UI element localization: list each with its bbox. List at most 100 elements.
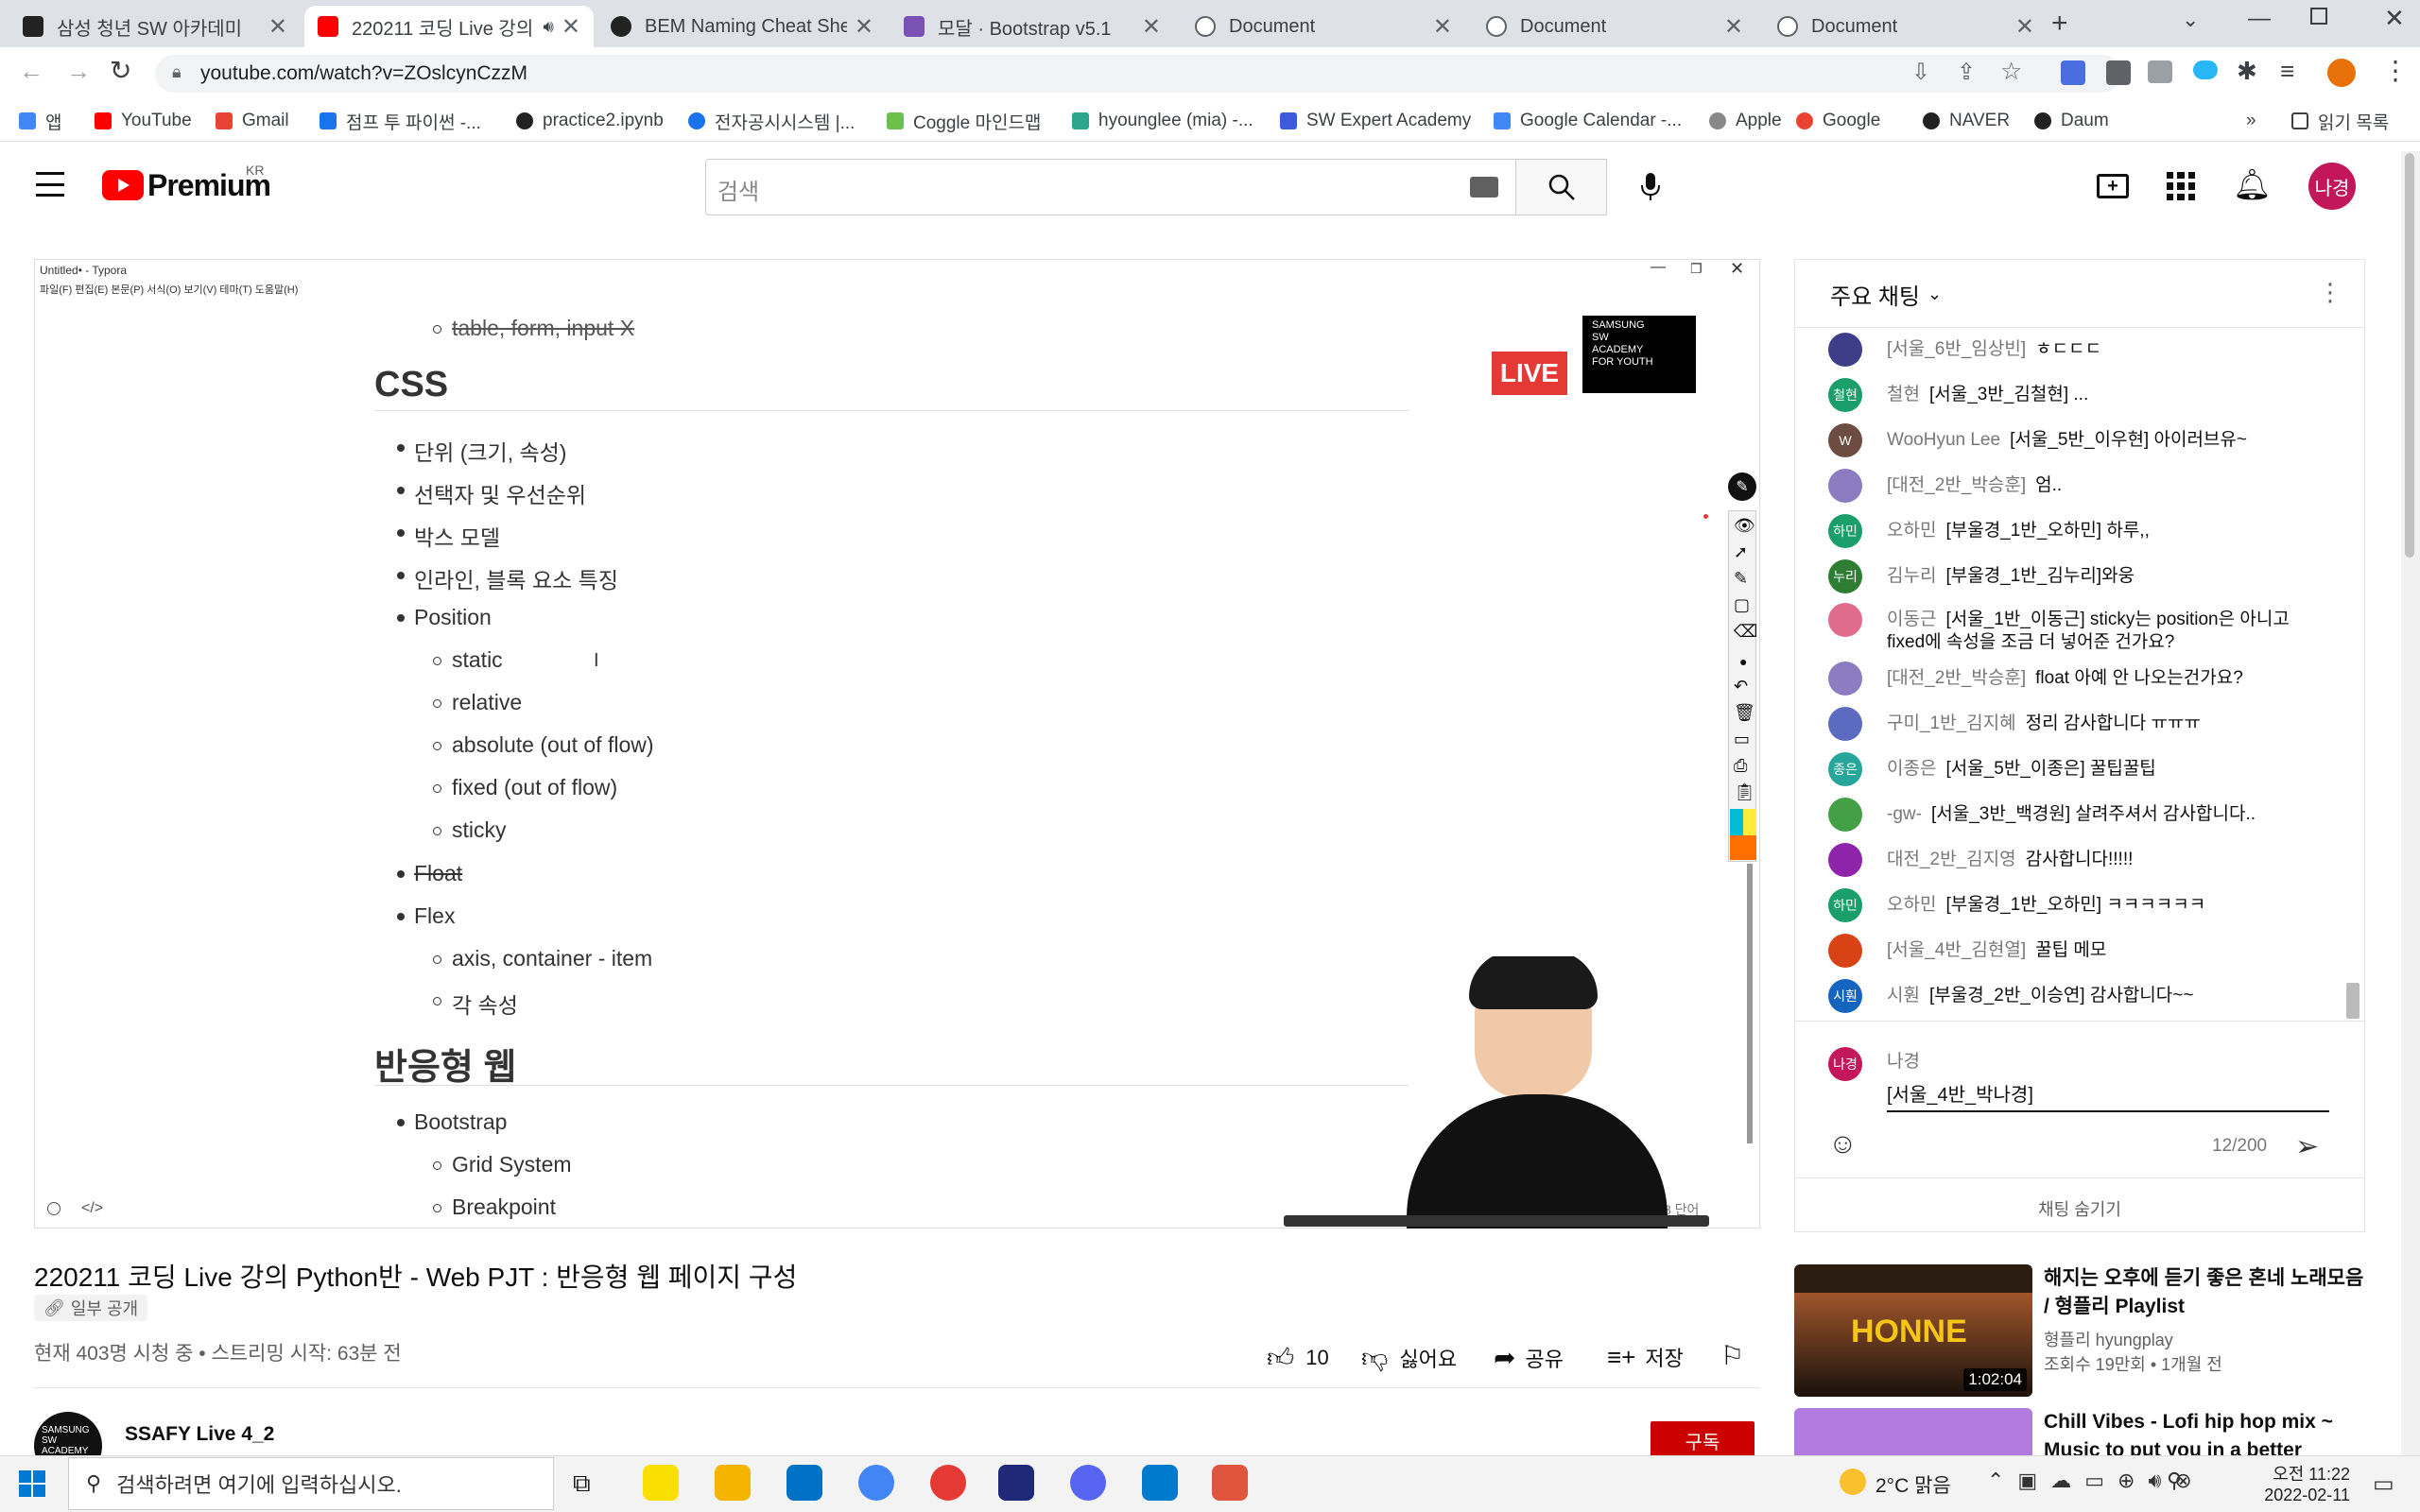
kakaotalk-icon[interactable] [643, 1465, 679, 1501]
bookmark-daum[interactable]: Daum [2034, 106, 2109, 136]
bookmark-sw-expert[interactable]: SW Expert Academy [1280, 106, 1471, 136]
page-scrollbar-thumb[interactable] [2405, 153, 2414, 558]
chat-author[interactable]: 이동근 [1887, 610, 1936, 629]
task-view-icon[interactable]: ⧉ [573, 1469, 591, 1499]
chat-author[interactable]: 오하민 [1887, 521, 1936, 541]
chat-input[interactable]: [서울_4반_박나경] [1887, 1079, 2329, 1112]
tab-bootstrap-modal[interactable]: 모달 · Bootstrap v5.1 ✕ [890, 6, 1174, 47]
reload-icon[interactable]: ↻ [110, 55, 131, 86]
orange-color-swatch[interactable] [1730, 835, 1756, 860]
eye-icon[interactable]: 👁︎ [1734, 516, 1755, 536]
chrome-icon[interactable] [858, 1465, 894, 1501]
camera-icon[interactable]: ⎙ [1734, 756, 1747, 776]
close-tab-icon[interactable]: ✕ [268, 13, 287, 41]
bookmark-velog[interactable]: hyounglee (mia) -... [1072, 106, 1253, 136]
search-input[interactable]: 검색 [705, 159, 1516, 215]
voice-search-button[interactable] [1632, 168, 1669, 206]
tab-youtube-live[interactable]: 220211 코딩 Live 강의 🔊︎ ✕ [304, 6, 594, 47]
chat-author[interactable]: 대전_2반_김지영 [1887, 850, 2016, 869]
profile-avatar[interactable] [2327, 59, 2356, 87]
avatar[interactable]: 나경 [2308, 163, 2356, 210]
chat-author[interactable]: -gw- [1887, 804, 1922, 824]
report-flag-icon[interactable]: ⚐ [1720, 1340, 1744, 1371]
tab-bem[interactable]: BEM Naming Cheat Shee ✕ [597, 6, 887, 47]
color-palette-icon[interactable] [1730, 809, 1756, 835]
share-button[interactable]: ➦ 공유 [1494, 1342, 1564, 1373]
chat-author[interactable]: WooHyun Lee [1887, 430, 2000, 450]
youtube-logo-icon[interactable] [102, 170, 144, 200]
chat-author[interactable]: 오하민 [1887, 895, 1936, 915]
file-explorer-icon[interactable] [715, 1465, 751, 1501]
chat-avatar[interactable] [1828, 707, 1862, 741]
close-tab-icon[interactable]: ✕ [1724, 13, 1743, 41]
chat-author[interactable]: [대전_2반_박승훈] [1887, 475, 2026, 495]
media-player-icon[interactable] [930, 1465, 966, 1501]
reading-list-icon[interactable]: ≡ [2280, 57, 2294, 86]
close-tab-icon[interactable]: ✕ [562, 13, 580, 41]
search-button[interactable] [1516, 159, 1607, 215]
share-icon[interactable]: ⇪ [1957, 59, 1976, 86]
webex-icon[interactable] [998, 1465, 1034, 1501]
chat-avatar[interactable] [1828, 843, 1862, 877]
create-video-icon[interactable]: + [2097, 174, 2129, 198]
bookmark-google[interactable]: Google [1796, 106, 1880, 136]
recommendation-thumbnail[interactable]: HONNE 1:02:04 [1794, 1264, 2032, 1397]
typora-close-button[interactable]: ✕ [1730, 259, 1744, 279]
recommendation-channel[interactable]: 형플리 hyungplay [2044, 1327, 2173, 1351]
chat-scrollbar-thumb[interactable] [2346, 983, 2360, 1019]
dot-icon[interactable]: ● [1739, 654, 1747, 669]
restore-window-button[interactable] [2310, 8, 2327, 25]
weather-text[interactable]: 2°C 맑음 [1876, 1470, 1951, 1499]
chat-avatar[interactable] [1828, 603, 1862, 637]
source-code-icon[interactable]: </> [81, 1200, 103, 1217]
pen-icon[interactable]: ✎ [1734, 569, 1748, 589]
close-tab-icon[interactable]: ✕ [1142, 13, 1161, 41]
reading-list-button[interactable]: 읽기 목록 [2291, 106, 2389, 136]
chat-avatar[interactable]: 하민 [1828, 514, 1862, 548]
chat-author[interactable]: [대전_2반_박승훈] [1887, 668, 2026, 688]
camera-extension-icon[interactable] [2148, 60, 2172, 83]
mail-icon[interactable] [786, 1465, 822, 1501]
bookmark-naver[interactable]: NAVER [1923, 106, 2010, 136]
chat-avatar[interactable]: 종은 [1828, 752, 1862, 786]
tab-samsung-academy[interactable]: 삼성 청년 SW 아카데미 ✕ [9, 6, 301, 47]
eraser-icon[interactable]: ⌫ [1734, 622, 1757, 642]
chat-author[interactable]: [서울_6반_임상빈] [1887, 339, 2026, 359]
minimize-window-button[interactable]: — [2248, 6, 2271, 32]
recommendation-title[interactable]: Chill Vibes - Lofi hip hop mix ~ Music t… [2044, 1408, 2365, 1455]
bookmark-coggle[interactable]: Coggle 마인드맵 [887, 106, 1041, 136]
typora-restore-button[interactable]: ❐ [1690, 261, 1703, 277]
recommendation-title[interactable]: 해지는 오후에 듣기 좋은 혼네 노래모음 / 형플리 Playlist [2044, 1264, 2365, 1321]
bookmark-apple[interactable]: Apple [1709, 106, 1782, 136]
close-tab-icon[interactable]: ✕ [2015, 13, 2034, 41]
chat-author[interactable]: 철현 [1887, 385, 1920, 404]
chat-author[interactable]: [서울_4반_김현열] [1887, 940, 2026, 960]
pen-app-icon[interactable] [1212, 1465, 1248, 1501]
url-text[interactable]: youtube.com/watch?v=ZOslcynCzzM [200, 62, 527, 85]
subscribe-button[interactable]: 구독 [1651, 1421, 1754, 1459]
forward-arrow-icon[interactable]: → [66, 57, 91, 86]
keyboard-icon[interactable] [1470, 177, 1498, 198]
chat-author[interactable]: 시훤 [1887, 986, 1920, 1005]
tab-search-chevron-icon[interactable]: ⌄ [2182, 8, 2199, 32]
bookmark-google-calendar[interactable]: Google Calendar -... [1494, 106, 1682, 136]
kebab-menu-icon[interactable]: ⋮ [2382, 55, 2409, 86]
chat-mode-dropdown[interactable]: 주요 채팅 ⌄ [1830, 278, 1942, 311]
tab-document-3[interactable]: Document ✕ [1764, 6, 2048, 47]
chat-avatar[interactable]: W [1828, 423, 1862, 457]
undo-icon[interactable]: ↶ [1734, 677, 1748, 696]
save-button[interactable]: ≡+ 저장 [1607, 1342, 1684, 1372]
chat-avatar[interactable] [1828, 662, 1862, 696]
discord-icon[interactable] [1070, 1465, 1106, 1501]
trash-icon[interactable]: 🗑︎ [1734, 703, 1755, 723]
dislike-button[interactable]: 👎︎ 싫어요 [1361, 1342, 1457, 1374]
tab-document-2[interactable]: Document ✕ [1473, 6, 1756, 47]
square-icon[interactable]: ▢ [1734, 595, 1750, 615]
recommendation-thumbnail[interactable] [1794, 1408, 2032, 1455]
chat-avatar[interactable] [1828, 798, 1862, 832]
pen-tool-icon[interactable]: ✎ [1728, 472, 1756, 501]
chat-author[interactable]: 이종은 [1887, 759, 1936, 779]
hamburger-menu-icon[interactable] [36, 172, 64, 197]
chat-avatar[interactable] [1828, 934, 1862, 968]
typora-scrollbar[interactable] [1747, 864, 1753, 1143]
